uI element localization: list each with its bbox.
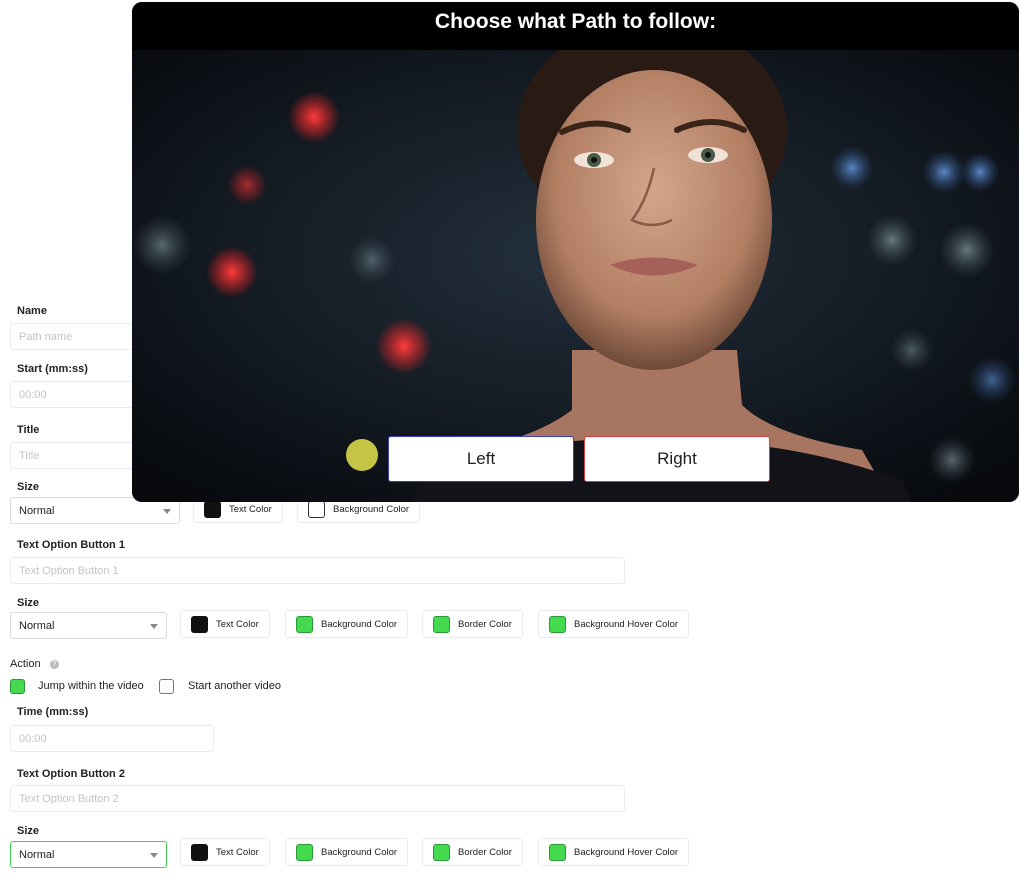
jump-within-video-checkbox[interactable] (10, 679, 25, 694)
button2-text-input[interactable]: Text Option Button 2 (10, 785, 625, 812)
button1-size-label: Size (17, 597, 40, 609)
border-color-swatch (433, 843, 450, 861)
button1-size-select[interactable]: Normal (10, 612, 167, 639)
time-input[interactable]: 00:00 (10, 725, 214, 752)
bg-color-swatch (296, 615, 313, 633)
button2-border-color-label: Border Color (458, 846, 512, 858)
button2-size-label: Size (17, 825, 40, 837)
chevron-down-icon (150, 853, 158, 858)
bg-hover-color-swatch (549, 615, 566, 633)
button2-text-color-button[interactable]: Text Color (180, 838, 270, 866)
button1-size-value: Normal (19, 620, 55, 632)
button2-label: Text Option Button 2 (17, 768, 125, 780)
button1-border-color-label: Border Color (458, 618, 512, 630)
left-path-button[interactable]: Left (388, 436, 574, 482)
name-label: Name (17, 305, 47, 317)
start-another-video-label: Start another video (188, 680, 281, 692)
text-color-swatch (191, 843, 208, 861)
time-label: Time (mm:ss) (17, 706, 89, 718)
chevron-down-icon (163, 509, 171, 514)
player-title: Choose what Path to follow: (434, 10, 717, 33)
button1-border-color-button[interactable]: Border Color (422, 610, 523, 638)
button2-border-color-button[interactable]: Border Color (422, 838, 523, 866)
title-text-color-label: Text Color (229, 503, 272, 515)
button1-bg-color-button[interactable]: Background Color (285, 610, 409, 638)
question-circle-icon[interactable]: ? (50, 660, 59, 669)
button2-size-select[interactable]: Normal (10, 841, 167, 868)
button2-bg-hover-color-button[interactable]: Background Hover Color (538, 838, 690, 866)
button1-bg-hover-color-label: Background Hover Color (574, 618, 679, 630)
text-color-swatch (204, 500, 221, 518)
jump-within-video-label: Jump within the video (38, 680, 144, 692)
bg-hover-color-swatch (549, 843, 566, 861)
button2-bg-hover-color-label: Background Hover Color (574, 846, 679, 858)
title-size-value: Normal (19, 505, 55, 517)
button1-bg-color-label: Background Color (321, 618, 398, 630)
start-label: Start (mm:ss) (17, 363, 88, 375)
start-another-video-checkbox[interactable] (159, 679, 174, 694)
video-frame (132, 50, 1019, 502)
chevron-down-icon (150, 624, 158, 629)
video-player[interactable]: Choose what Path to follow: Left Right (132, 2, 1019, 502)
bg-color-swatch (308, 500, 325, 518)
title-label: Title (17, 424, 40, 436)
text-color-swatch (191, 615, 208, 633)
button2-size-value: Normal (19, 849, 55, 861)
button1-text-color-label: Text Color (216, 618, 259, 630)
button2-text-color-label: Text Color (216, 846, 259, 858)
button1-label: Text Option Button 1 (17, 539, 125, 551)
button1-text-color-button[interactable]: Text Color (180, 610, 270, 638)
button1-text-input[interactable]: Text Option Button 1 (10, 557, 625, 584)
button2-bg-color-label: Background Color (321, 846, 398, 858)
action-label: Action (10, 658, 41, 670)
title-size-label: Size (17, 481, 40, 493)
title-bg-color-label: Background Color (333, 503, 410, 515)
right-path-button[interactable]: Right (584, 436, 770, 482)
border-color-swatch (433, 615, 450, 633)
button1-bg-hover-color-button[interactable]: Background Hover Color (538, 610, 690, 638)
button2-bg-color-button[interactable]: Background Color (285, 838, 409, 866)
bg-color-swatch (296, 843, 313, 861)
